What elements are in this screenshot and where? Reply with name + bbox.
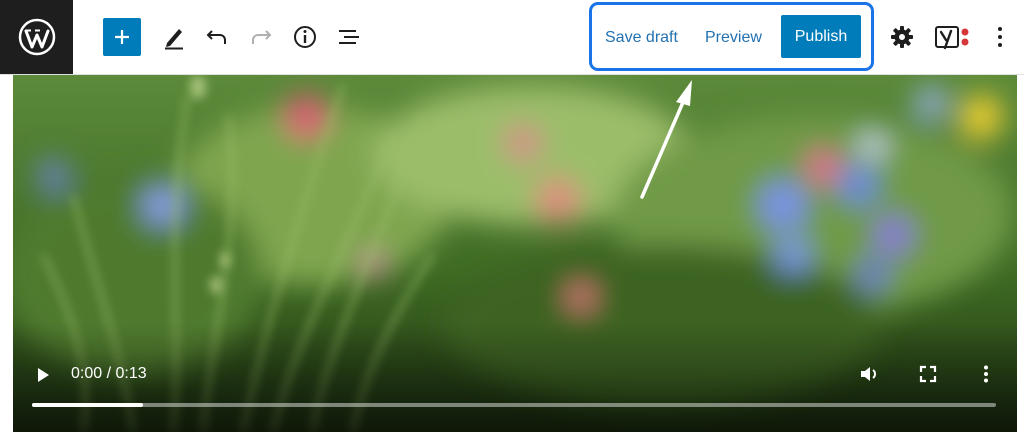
undo-icon[interactable] [202,22,232,52]
save-draft-button[interactable]: Save draft [605,26,678,50]
video-progress-fill [32,403,143,407]
video-options-icon[interactable] [974,362,998,386]
play-icon[interactable] [31,363,55,387]
fullscreen-icon[interactable] [916,362,940,386]
vertical-ellipsis-icon[interactable] [985,22,1015,52]
wordpress-logo-icon[interactable] [0,0,73,74]
editor-toolbar: Save draft Preview Publish [0,0,1024,75]
yoast-seo-icon[interactable] [934,22,974,52]
info-icon[interactable] [290,22,320,52]
redo-icon[interactable] [246,22,276,52]
video-player[interactable]: 0:00 / 0:13 [13,75,1017,432]
volume-icon[interactable] [857,362,881,386]
pencil-icon[interactable] [159,22,189,52]
plus-icon [115,30,129,44]
publish-button[interactable]: Publish [781,15,861,58]
video-progress-bar[interactable] [32,403,996,407]
time-display: 0:00 / 0:13 [71,365,147,382]
add-block-button[interactable] [103,18,141,56]
preview-button[interactable]: Preview [705,26,762,50]
gear-icon[interactable] [887,22,917,52]
list-view-icon[interactable] [334,22,364,52]
